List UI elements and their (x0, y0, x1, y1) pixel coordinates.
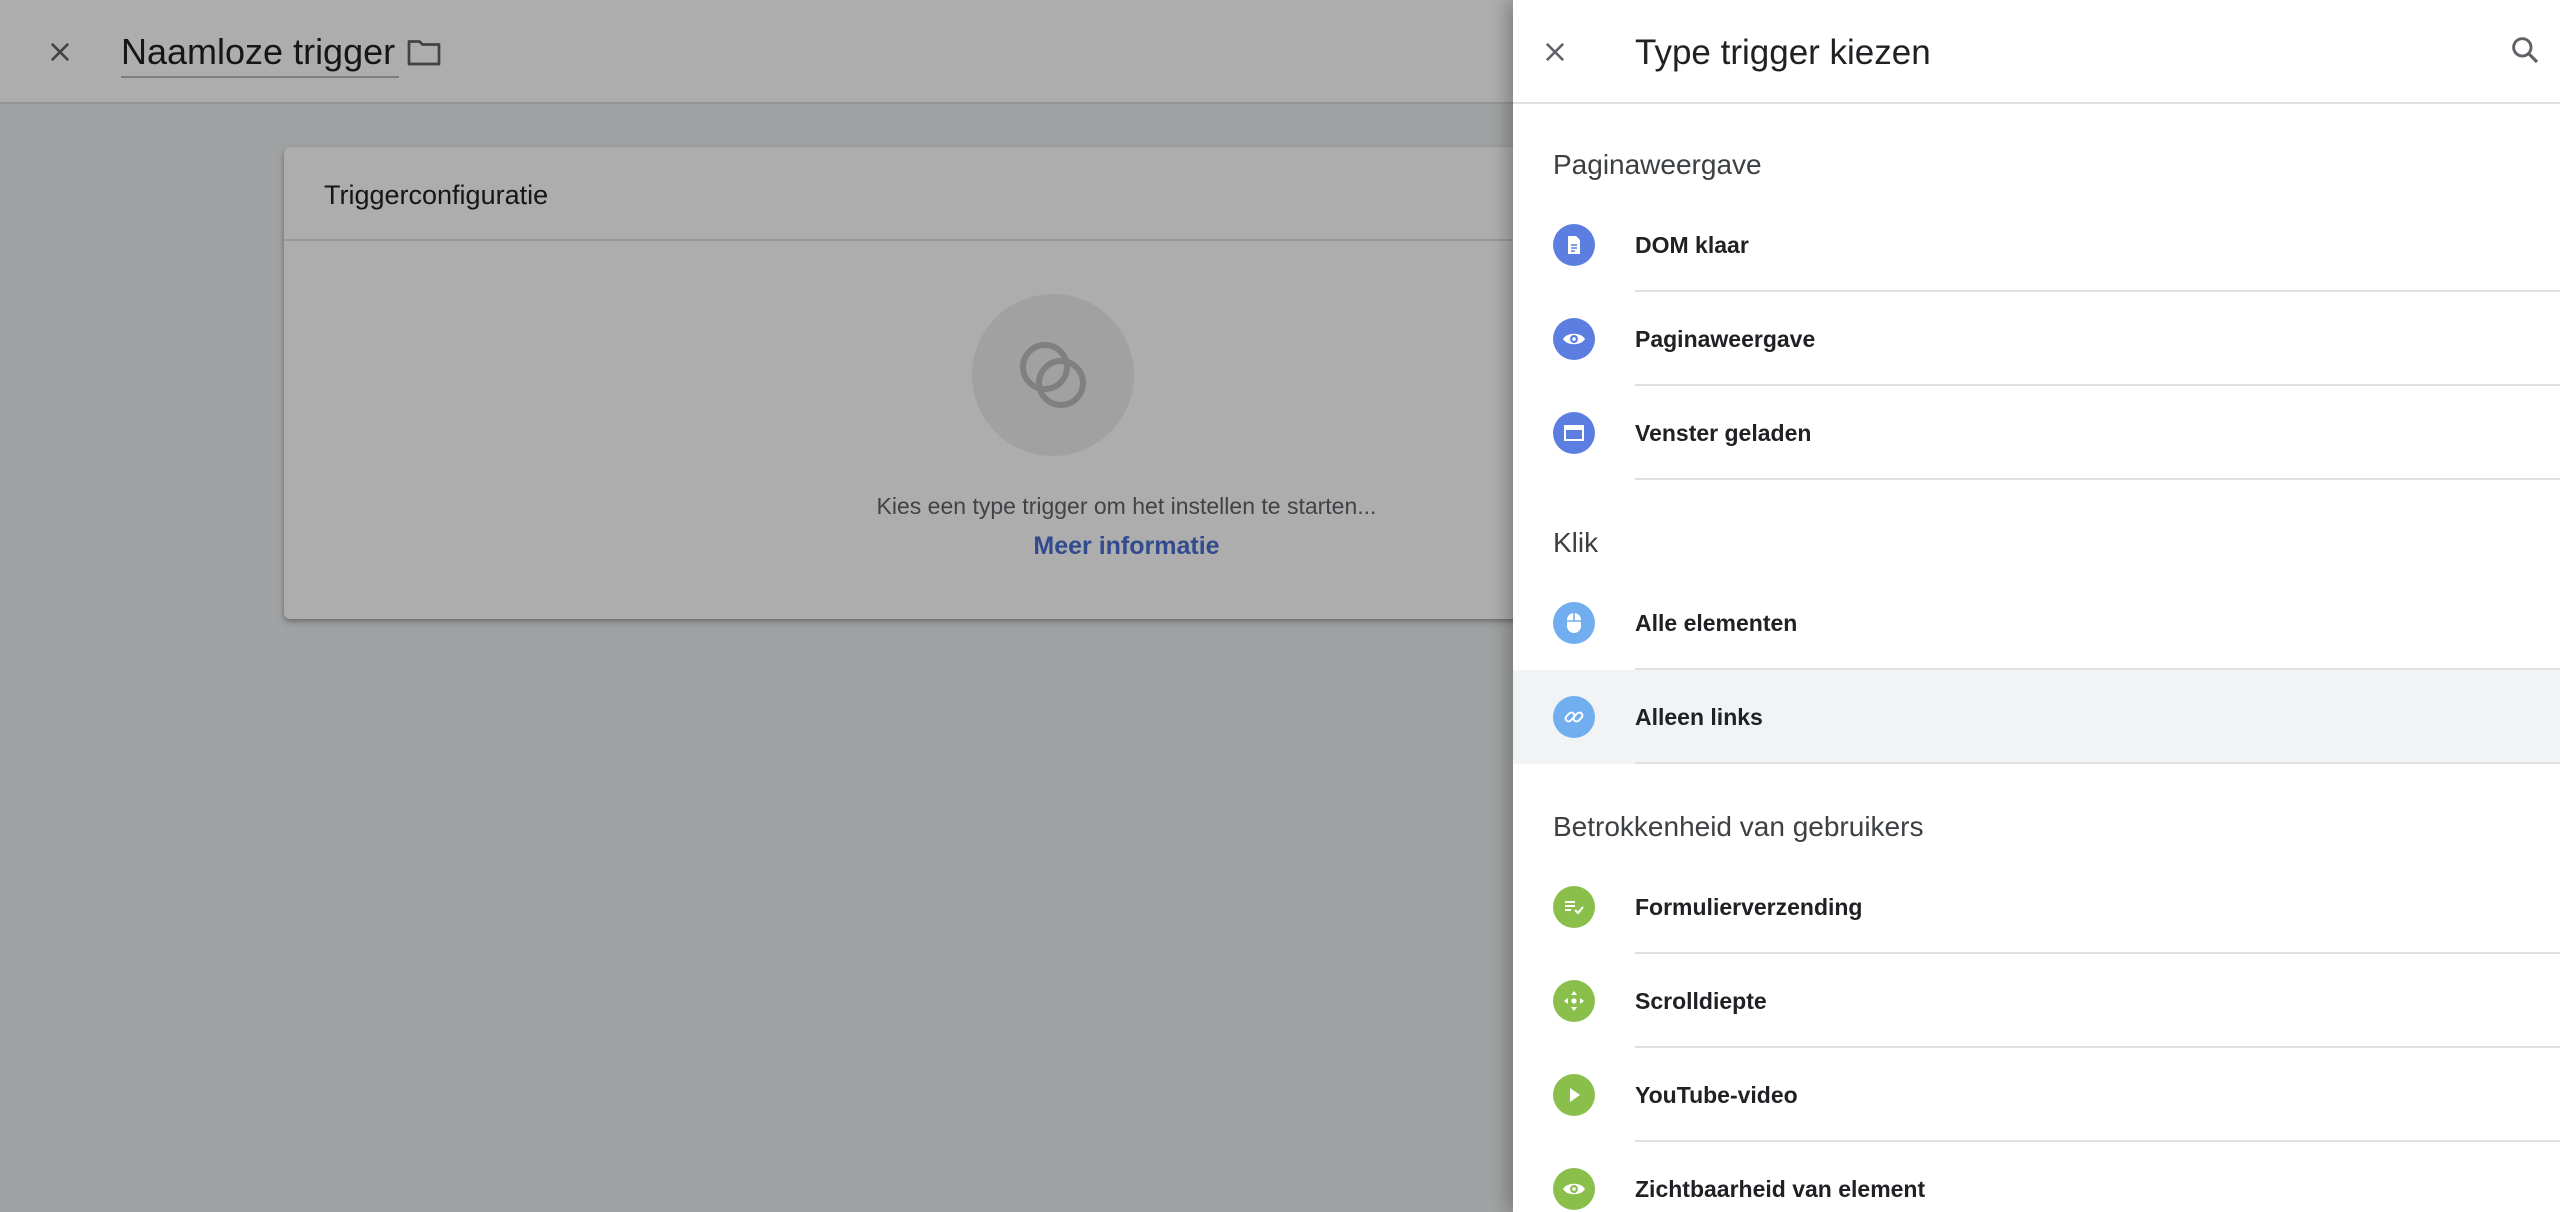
section-title-klik: Klik (1553, 527, 1599, 558)
trigger-item-alleen-links[interactable]: Alleen links (1513, 670, 2560, 764)
drawer-title: Type trigger kiezen (1635, 33, 1931, 72)
item-divider (1635, 478, 2560, 480)
item-label: Alleen links (1635, 704, 1763, 730)
document-icon (1553, 224, 1595, 266)
form-check-icon (1553, 886, 1595, 928)
item-label: Formulierverzending (1635, 894, 1863, 920)
section-title-betrokkenheid: Betrokkenheid van gebruikers (1553, 811, 1924, 842)
trigger-item-formulierverzending[interactable]: Formulierverzending (1513, 860, 2560, 954)
item-label: Paginaweergave (1635, 326, 1816, 352)
eye-icon (1553, 318, 1595, 360)
item-label: YouTube-video (1635, 1082, 1798, 1108)
trigger-item-dom-klaar[interactable]: DOM klaar (1513, 198, 2560, 292)
window-icon (1553, 412, 1595, 454)
trigger-item-alle-elementen[interactable]: Alle elementen (1513, 576, 2560, 670)
eye-icon (1553, 1168, 1595, 1210)
item-label: Alle elementen (1635, 610, 1798, 636)
search-icon[interactable] (2503, 28, 2547, 72)
item-label: Venster geladen (1635, 420, 1812, 446)
trigger-item-youtube-video[interactable]: YouTube-video (1513, 1048, 2560, 1142)
trigger-item-scrolldiepte[interactable]: Scrolldiepte (1513, 954, 2560, 1048)
item-label: Scrolldiepte (1635, 988, 1767, 1014)
play-icon (1553, 1074, 1595, 1116)
item-label: DOM klaar (1635, 232, 1749, 258)
trigger-item-venster-geladen[interactable]: Venster geladen (1513, 386, 2560, 480)
drawer-header: Type trigger kiezen (1513, 0, 2560, 104)
link-icon (1553, 696, 1595, 738)
close-icon[interactable] (1533, 30, 1577, 74)
item-label: Zichtbaarheid van element (1635, 1176, 1926, 1202)
modal-scrim[interactable] (0, 0, 1513, 1212)
trigger-item-paginaweergave[interactable]: Paginaweergave (1513, 292, 2560, 386)
section-title-paginaweergave: Paginaweergave (1553, 149, 1762, 180)
move-arrows-icon (1553, 980, 1595, 1022)
mouse-icon (1553, 602, 1595, 644)
item-divider (1635, 762, 2560, 764)
trigger-type-drawer: Type trigger kiezen Paginaweergave DOM k… (1513, 0, 2560, 1212)
trigger-item-zichtbaarheid[interactable]: Zichtbaarheid van element (1513, 1142, 2560, 1212)
